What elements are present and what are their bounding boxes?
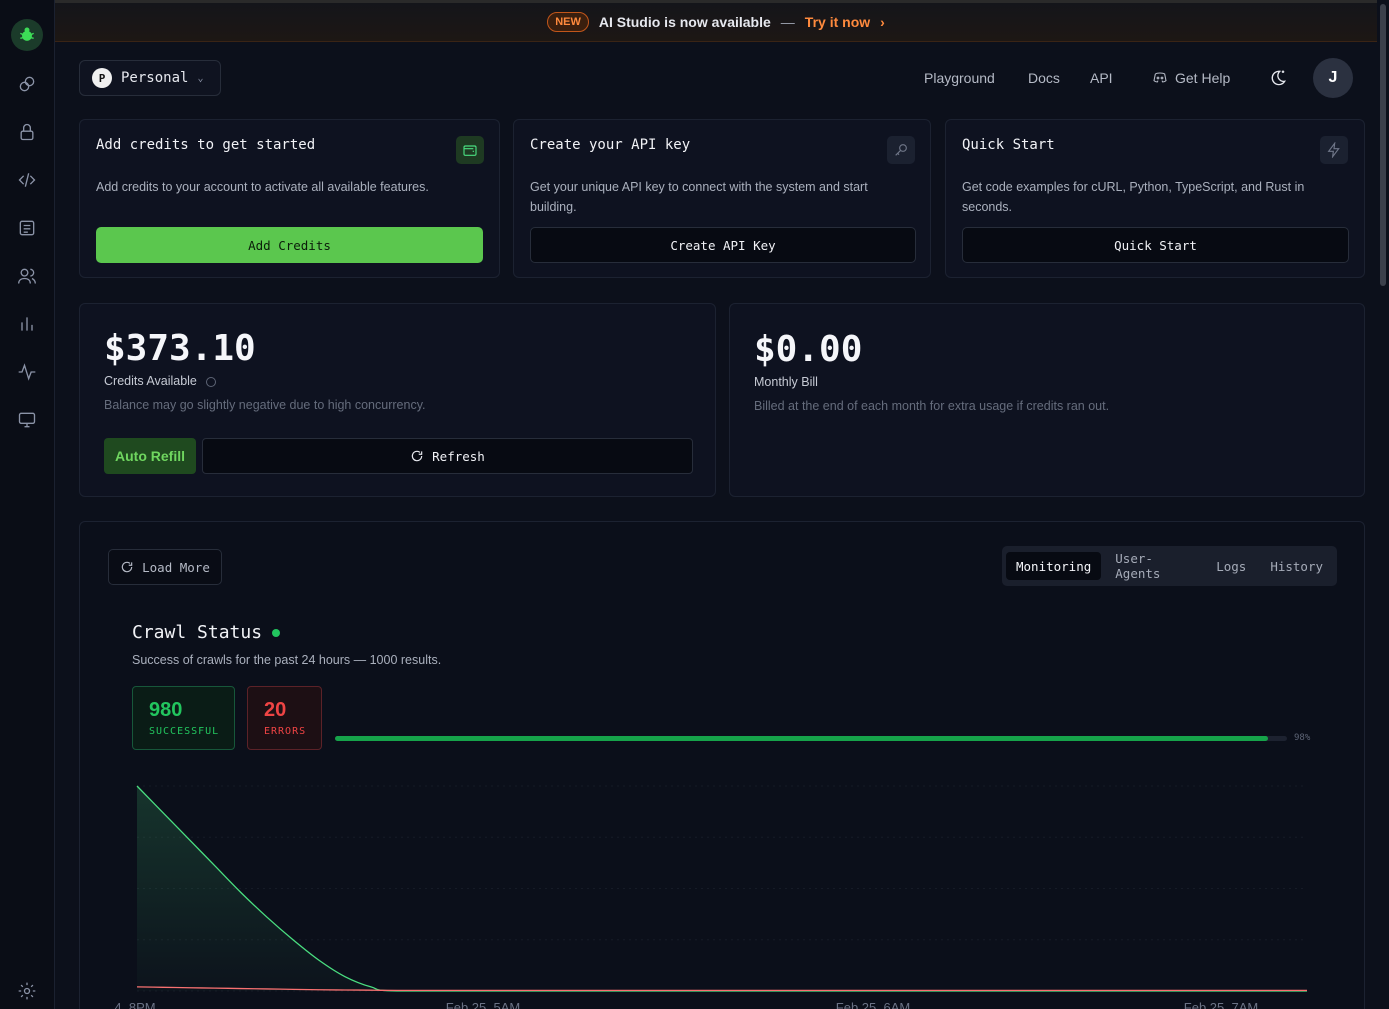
page-scrollbar[interactable]: [1377, 0, 1389, 1009]
bill-amount: $0.00: [754, 329, 863, 370]
load-more-label: Load More: [142, 559, 210, 575]
scrollbar-thumb[interactable]: [1380, 4, 1386, 286]
lightning-icon: [1320, 136, 1348, 164]
sidebar-item-code-icon[interactable]: [13, 166, 41, 194]
successful-label: SUCCESSFUL: [149, 726, 220, 737]
errors-stat: 20 ERRORS: [247, 686, 322, 750]
load-more-button[interactable]: Load More: [108, 549, 222, 585]
bill-label: Monthly Bill: [754, 375, 818, 389]
user-avatar[interactable]: J: [1313, 58, 1353, 98]
credits-note: Balance may go slightly negative due to …: [104, 398, 426, 412]
credits-card: $373.10 Credits Available Balance may go…: [79, 303, 716, 497]
sidebar: [0, 0, 55, 1009]
sidebar-item-bar-chart-icon[interactable]: [13, 310, 41, 338]
app-logo-icon[interactable]: [11, 19, 43, 51]
refresh-icon: [121, 561, 133, 573]
tab-history[interactable]: History: [1260, 552, 1333, 580]
refresh-icon: [411, 450, 423, 462]
sidebar-item-document-icon[interactable]: [13, 214, 41, 242]
success-progress-fill: [335, 736, 1268, 741]
status-dot-icon: [272, 628, 281, 637]
success-progress-bar: [335, 736, 1287, 741]
crawl-status-title-text: Crawl Status: [132, 622, 263, 643]
add-credits-button[interactable]: Add Credits: [96, 227, 483, 263]
new-badge: NEW: [547, 12, 589, 32]
sidebar-item-lock-icon[interactable]: [13, 118, 41, 146]
chevron-right-icon: ›: [880, 14, 885, 30]
card-description: Add credits to your account to activate …: [96, 180, 429, 194]
monitoring-panel: Load More Monitoring User-Agents Logs Hi…: [79, 521, 1365, 1009]
sidebar-item-users-icon[interactable]: [13, 262, 41, 290]
x-tick-label: Feb 25, 7AM: [1184, 1000, 1258, 1009]
discord-icon: [1153, 72, 1167, 83]
success-percent: 98%: [1294, 733, 1311, 743]
refresh-button[interactable]: Refresh: [202, 438, 693, 474]
quick-start-card: Quick Start Get code examples for cURL, …: [945, 119, 1365, 278]
create-api-key-button[interactable]: Create API Key: [530, 227, 916, 263]
nav-api[interactable]: API: [1090, 66, 1113, 90]
api-key-card: Create your API key Get your unique API …: [513, 119, 931, 278]
bill-note: Billed at the end of each month for extr…: [754, 399, 1110, 413]
credits-amount: $373.10: [104, 328, 256, 369]
add-credits-card: Add credits to get started Add credits t…: [79, 119, 500, 278]
banner-separator: —: [780, 14, 795, 30]
credits-label-text: Credits Available: [104, 374, 197, 388]
card-title: Quick Start: [962, 137, 1055, 153]
successful-stat: 980 SUCCESSFUL: [132, 686, 235, 750]
card-description: Get code examples for cURL, Python, Type…: [962, 180, 1305, 214]
wallet-icon: [456, 136, 484, 164]
tab-user-agents[interactable]: User-Agents: [1105, 551, 1202, 581]
crawl-status-description: Success of crawls for the past 24 hours …: [132, 653, 442, 667]
crawl-status-title: Crawl Status: [132, 622, 281, 643]
tab-logs[interactable]: Logs: [1206, 552, 1256, 580]
card-description: Get your unique API key to connect with …: [530, 180, 868, 214]
credits-label: Credits Available: [104, 374, 217, 388]
sidebar-item-monitor-icon[interactable]: [13, 406, 41, 434]
workspace-name: Personal: [121, 70, 189, 86]
announcement-banner[interactable]: NEW AI Studio is now available — Try it …: [55, 0, 1377, 42]
get-help-label: Get Help: [1175, 70, 1231, 86]
x-tick-label: Feb 25, 6AM: [836, 1000, 910, 1009]
tab-monitoring[interactable]: Monitoring: [1006, 552, 1102, 580]
nav-docs[interactable]: Docs: [1028, 66, 1060, 90]
get-help-button[interactable]: Get Help: [1152, 66, 1230, 90]
auto-refill-button[interactable]: Auto Refill: [104, 438, 196, 474]
sidebar-item-link-icon[interactable]: [13, 70, 41, 98]
error-label: ERRORS: [264, 726, 307, 737]
card-title: Add credits to get started: [96, 137, 316, 153]
crawl-status-chart: 4, 8PM Feb 25, 5AM Feb 25, 6AM Feb 25, 7AM: [114, 785, 1307, 1009]
chevron-down-icon: ⌄: [197, 72, 204, 84]
card-title: Create your API key: [530, 137, 691, 153]
quick-start-button[interactable]: Quick Start: [962, 227, 1349, 263]
key-icon: [887, 136, 915, 164]
nav-playground[interactable]: Playground: [924, 66, 995, 90]
refresh-label: Refresh: [432, 448, 485, 464]
x-tick-label: Feb 25, 5AM: [446, 1000, 520, 1009]
info-icon[interactable]: [206, 376, 217, 387]
banner-message: AI Studio is now available: [598, 14, 771, 30]
successful-count: 980: [149, 699, 183, 721]
theme-toggle-icon[interactable]: [1268, 66, 1288, 90]
monitoring-tabs: Monitoring User-Agents Logs History: [1002, 546, 1337, 586]
monthly-bill-card: $0.00 Monthly Bill Billed at the end of …: [729, 303, 1365, 497]
banner-cta-link[interactable]: Try it now: [805, 14, 870, 30]
error-count: 20: [264, 699, 287, 721]
x-tick-label: 4, 8PM: [114, 1000, 155, 1009]
sidebar-item-activity-icon[interactable]: [13, 358, 41, 386]
workspace-avatar: P: [92, 68, 112, 88]
workspace-switcher[interactable]: P Personal ⌄: [79, 60, 221, 96]
settings-gear-icon[interactable]: [13, 977, 41, 1005]
